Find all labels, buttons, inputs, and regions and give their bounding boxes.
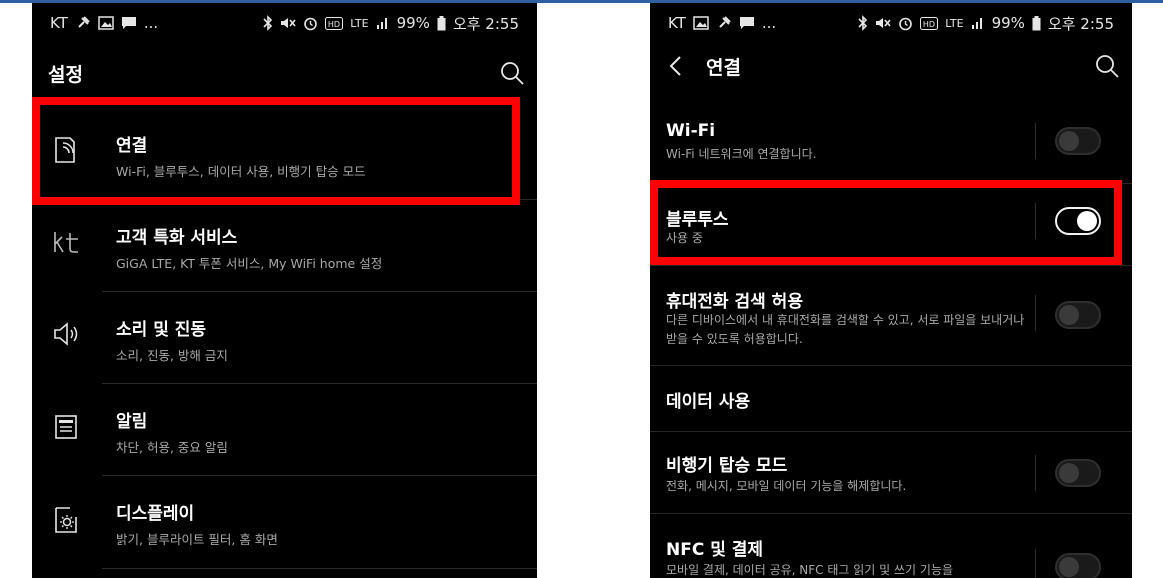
alarm-icon [898, 16, 913, 31]
battery-percent: 99% [396, 14, 430, 32]
battery-icon [437, 15, 446, 31]
kt-logo-icon [52, 229, 80, 257]
setting-row-wifi[interactable]: Wi-Fi Wi-Fi 네트워크에 연결합니다. [650, 103, 1132, 183]
nfc-toggle[interactable] [1055, 553, 1101, 578]
settings-item-sound[interactable]: 소리 및 진동 소리, 진동, 방해 금지 [32, 291, 537, 383]
signal-icon [376, 16, 390, 30]
settings-item-kt-services[interactable]: 고객 특화 서비스 GiGA LTE, KT 투폰 서비스, My WiFi h… [32, 199, 537, 291]
separator [1035, 295, 1036, 331]
hd-voice-icon: HD [920, 16, 939, 30]
separator [1035, 549, 1036, 578]
svg-text:HD: HD [923, 20, 935, 29]
setting-row-phone-visibility[interactable]: 휴대전화 검색 허용 다른 디바이스에서 내 휴대전화를 검색할 수 있고, 서… [650, 265, 1132, 367]
clock: 오후 2:55 [1047, 14, 1114, 33]
bluetooth-icon [263, 15, 273, 31]
setting-title: 비행기 탑승 모드 [666, 456, 788, 476]
settings-item-subtitle: 소리, 진동, 방해 금지 [116, 348, 228, 363]
notification-icon [52, 413, 80, 441]
app-header: 설정 [32, 48, 537, 98]
status-bar: KT ... HD LTE 99% 오후 2:55 [650, 3, 1132, 43]
message-icon [739, 16, 755, 30]
search-icon[interactable] [1094, 53, 1120, 79]
back-arrow-icon[interactable] [666, 54, 688, 78]
setting-subtitle: 다른 디바이스에서 내 휴대전화를 검색할 수 있고, 서로 파일을 보내거나 … [666, 313, 1025, 346]
separator [1035, 455, 1036, 491]
setting-title: NFC 및 결제 [666, 540, 764, 560]
settings-item-subtitle: 밝기, 블루라이트 필터, 홈 화면 [116, 532, 278, 547]
settings-item-title: 알림 [116, 412, 148, 432]
bluetooth-icon [858, 15, 868, 31]
message-icon [121, 16, 137, 30]
highlight-box-bluetooth [650, 180, 1122, 265]
image-icon [98, 16, 114, 30]
pin-icon [716, 15, 732, 31]
setting-title: 데이터 사용 [666, 392, 751, 412]
display-brightness-icon [52, 505, 80, 533]
search-icon[interactable] [499, 60, 525, 86]
divider [102, 568, 537, 569]
mute-icon [280, 16, 296, 30]
page-title: 설정 [48, 63, 83, 86]
setting-title: Wi-Fi [666, 121, 716, 141]
page-title: 연결 [706, 56, 741, 79]
carrier-label: KT [668, 14, 686, 32]
app-header: 연결 [650, 41, 1132, 91]
battery-percent: 99% [991, 14, 1025, 32]
setting-title: 휴대전화 검색 허용 [666, 292, 803, 312]
settings-item-subtitle: GiGA LTE, KT 투폰 서비스, My WiFi home 설정 [116, 256, 383, 271]
wifi-toggle[interactable] [1055, 127, 1101, 155]
connections-screen: KT ... HD LTE 99% 오후 2:55 연결 Wi-Fi Wi-Fi… [650, 3, 1132, 578]
phone-visibility-toggle[interactable] [1055, 301, 1101, 329]
pin-icon [75, 15, 91, 31]
more-notifications: ... [761, 14, 777, 32]
settings-item-title: 고객 특화 서비스 [116, 228, 238, 248]
settings-item-subtitle: 차단, 허용, 중요 알림 [116, 440, 228, 455]
signal-icon [971, 16, 985, 30]
status-bar: KT ... HD LTE 99% 오후 2:55 [32, 3, 537, 43]
clock: 오후 2:55 [452, 14, 519, 33]
highlight-box-connections [32, 97, 520, 205]
carrier-label: KT [50, 14, 68, 32]
hd-voice-icon: HD [325, 16, 344, 30]
settings-item-notifications[interactable]: 알림 차단, 허용, 중요 알림 [32, 383, 537, 475]
more-notifications: ... [143, 14, 159, 32]
setting-row-nfc[interactable]: NFC 및 결제 모바일 결제, 데이터 공유, NFC 태그 읽기 및 쓰기 … [650, 513, 1132, 578]
network-type-label: LTE [945, 16, 964, 30]
settings-item-display[interactable]: 디스플레이 밝기, 블루라이트 필터, 홈 화면 [32, 475, 537, 567]
svg-text:HD: HD [328, 20, 340, 29]
setting-subtitle: Wi-Fi 네트워크에 연결합니다. [666, 147, 817, 161]
separator [1035, 123, 1036, 159]
settings-item-title: 디스플레이 [116, 504, 195, 524]
setting-subtitle: 모바일 결제, 데이터 공유, NFC 태그 읽기 및 쓰기 기능을 [666, 563, 954, 577]
settings-item-title: 소리 및 진동 [116, 320, 207, 340]
setting-subtitle: 전화, 메시지, 모바일 데이터 기능을 해제합니다. [666, 479, 907, 493]
mute-icon [875, 16, 891, 30]
airplane-mode-toggle[interactable] [1055, 459, 1101, 487]
image-icon [693, 16, 709, 30]
setting-row-airplane-mode[interactable]: 비행기 탑승 모드 전화, 메시지, 모바일 데이터 기능을 해제합니다. [650, 431, 1132, 513]
network-type-label: LTE [350, 16, 369, 30]
alarm-icon [303, 16, 318, 31]
speaker-icon [52, 321, 80, 349]
settings-screen: KT ... HD LTE 99% 오후 2:55 설정 연결 Wi-Fi, 블… [32, 3, 537, 578]
setting-row-data-usage[interactable]: 데이터 사용 [650, 365, 1132, 431]
battery-icon [1032, 15, 1041, 31]
